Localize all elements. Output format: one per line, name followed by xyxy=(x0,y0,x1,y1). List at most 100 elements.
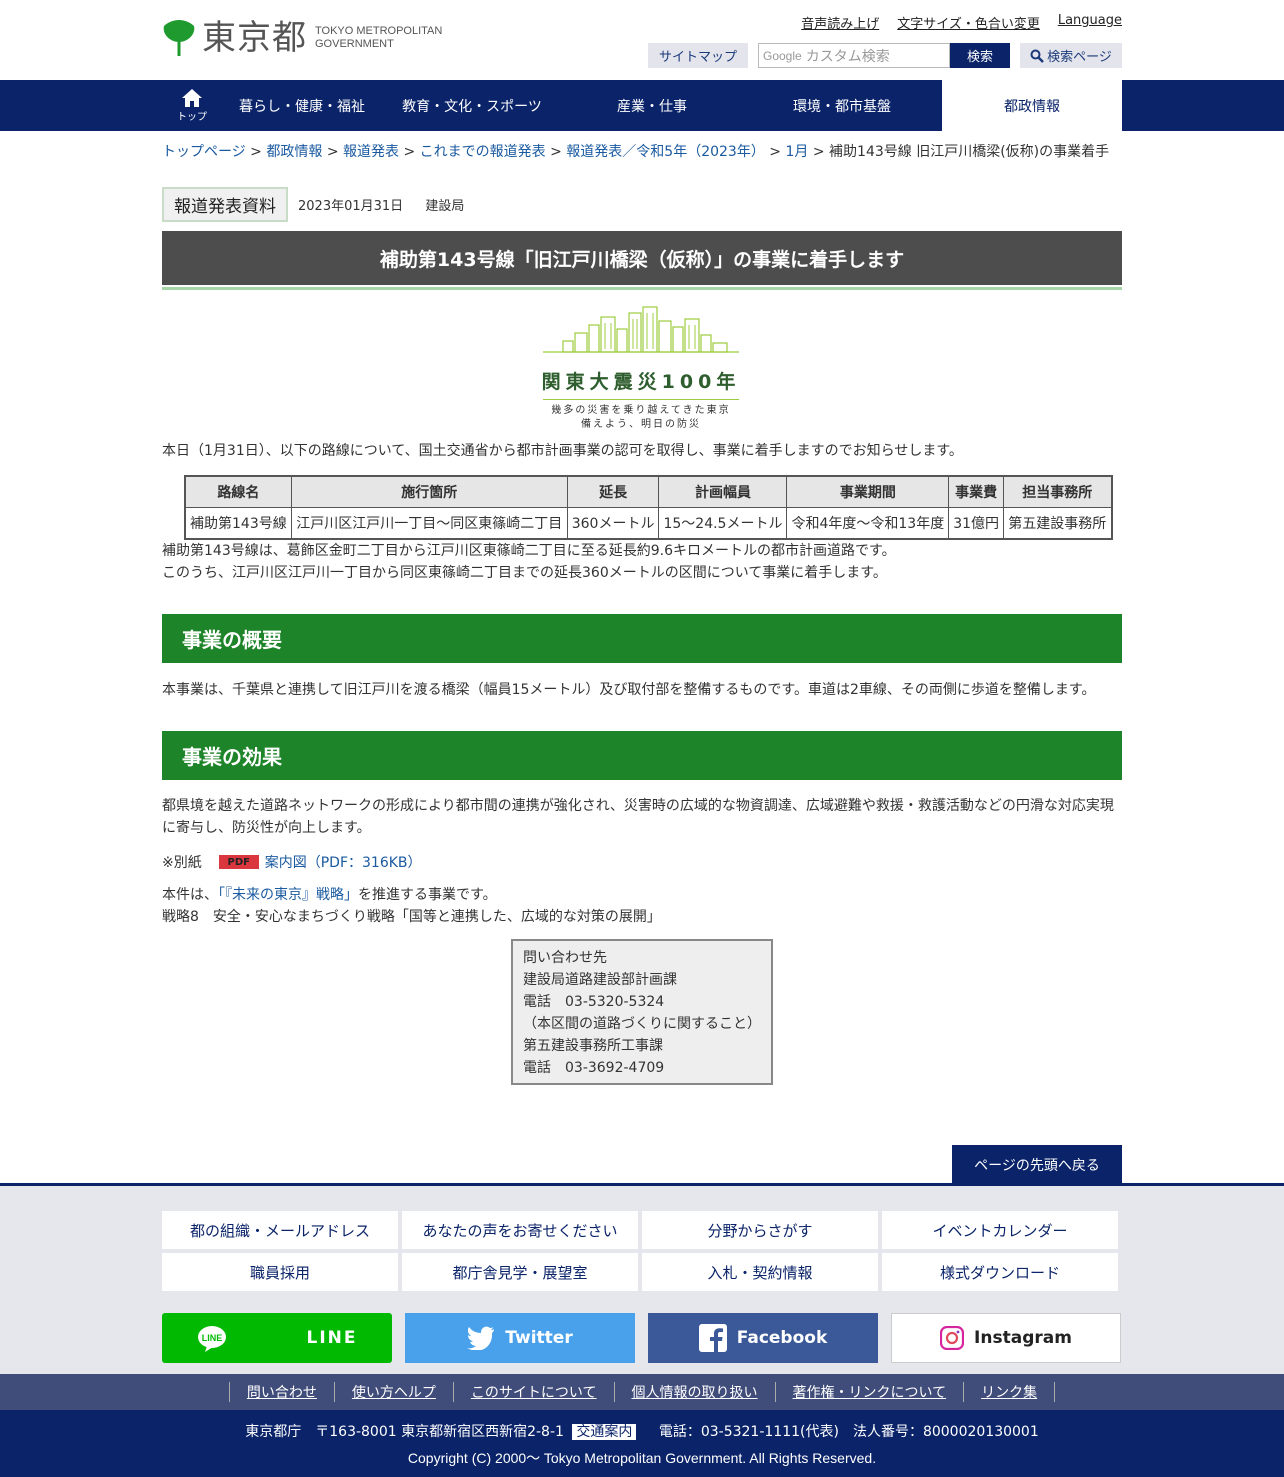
home-icon xyxy=(182,89,202,107)
twitter-label: Twitter xyxy=(505,1328,573,1348)
nav-education[interactable]: 教育・文化・スポーツ xyxy=(382,80,562,131)
table-cell: 第五建設事務所 xyxy=(1003,506,1113,540)
search-placeholder: カスタム検索 xyxy=(805,48,890,65)
breadcrumb-link[interactable]: 1月 xyxy=(785,144,808,160)
footer-bottom: 東京都庁 〒163-8001 東京都新宿区西新宿2-8-1 交通案内 電話：03… xyxy=(0,1410,1284,1477)
pdf-icon: PDF xyxy=(218,855,259,869)
logo-name: 東京都 xyxy=(202,18,307,58)
facebook-label: Facebook xyxy=(736,1328,828,1348)
access-link[interactable]: 交通案内 xyxy=(572,1424,637,1440)
contact-line: 問い合わせ先 xyxy=(523,950,607,966)
table-cell: 31億円 xyxy=(948,506,1005,540)
table-cell: 360メートル xyxy=(566,506,660,540)
press-badge: 報道発表資料 xyxy=(162,187,288,222)
twitter-button[interactable]: Twitter xyxy=(405,1313,635,1363)
logo-en: TOKYO METROPOLITAN GOVERNMENT xyxy=(315,25,443,50)
footer-bottom-link[interactable]: 個人情報の取り扱い xyxy=(613,1382,775,1402)
table-cell: 令和4年度～令和13年度 xyxy=(786,506,950,540)
footer-bottom-link[interactable]: 使い方ヘルプ xyxy=(333,1382,453,1402)
breadcrumb-link[interactable]: これまでの報道発表 xyxy=(420,144,546,160)
contact-line: 第五建設事務所工事課 xyxy=(523,1038,663,1054)
copyright: Copyright (C) 2000～ Tokyo Metropolitan G… xyxy=(407,1450,877,1466)
contact-line: 電話 03-5320-5324 xyxy=(523,994,665,1010)
banner-rule xyxy=(543,399,739,400)
nav-government[interactable]: 都政情報 xyxy=(942,80,1122,131)
instagram-icon xyxy=(940,1326,965,1350)
strategy-post: を推進する事業です。 xyxy=(358,887,497,903)
table-header: 施行箇所 xyxy=(290,475,568,508)
table-row: 補助第143号線 江戸川区江戸川一丁目～同区東篠崎二丁目 360メートル 15～… xyxy=(184,506,1113,540)
nav-industry[interactable]: 産業・仕事 xyxy=(562,80,742,131)
language-link[interactable]: Language xyxy=(1058,13,1122,32)
breadcrumb-link[interactable]: 報道発表／令和5年（2023年） xyxy=(566,144,765,160)
table-header: 路線名 xyxy=(184,475,292,508)
search-input[interactable]: Google カスタム検索 xyxy=(758,43,950,68)
breadcrumb-link[interactable]: 都政情報 xyxy=(266,144,322,160)
breadcrumb-link[interactable]: トップページ xyxy=(162,144,246,160)
attachment-link[interactable]: 案内図（PDF：316KB） xyxy=(265,852,422,872)
breadcrumb-link[interactable]: 報道発表 xyxy=(343,144,399,160)
project-table: 路線名 施行箇所 延長 計画幅員 事業期間 事業費 担当事務所 補助第143号線… xyxy=(184,475,1113,540)
banner-line1: 幾多の災害を乗り越えてきた東京 xyxy=(551,405,731,416)
table-cell: 15～24.5メートル xyxy=(658,506,788,540)
nav-living[interactable]: 暮らし・健康・福祉 xyxy=(222,80,382,131)
footer-link[interactable]: 都の組織・メールアドレス xyxy=(162,1211,398,1249)
facebook-button[interactable]: Facebook xyxy=(648,1313,878,1363)
font-color-link[interactable]: 文字サイズ・色合い変更 xyxy=(897,13,1040,32)
footer-link[interactable]: 入札・契約情報 xyxy=(642,1253,878,1291)
line-button[interactable]: LINE LINE xyxy=(162,1313,392,1363)
instagram-button[interactable]: Instagram xyxy=(891,1313,1121,1363)
section-description: このうち、江戸川区江戸川一丁目から同区東篠崎二丁目までの延長360メートルの区間… xyxy=(162,565,887,581)
voice-reader-link[interactable]: 音声読み上げ xyxy=(801,13,879,32)
site-header: 東京都 TOKYO METROPOLITAN GOVERNMENT 音声読み上げ… xyxy=(0,0,1284,80)
footer-bottom-link[interactable]: このサイトについて xyxy=(452,1382,614,1402)
strategy-link[interactable]: 「『未来の東京』戦略」 xyxy=(218,887,358,903)
table-header-row: 路線名 施行箇所 延長 計画幅員 事業期間 事業費 担当事務所 xyxy=(184,475,1113,508)
footer-link[interactable]: 分野からさがす xyxy=(642,1211,878,1249)
breadcrumb-current: 補助143号線 旧江戸川橋梁(仮称)の事業着手 xyxy=(829,144,1110,160)
search-button[interactable]: 検索 xyxy=(950,43,1010,68)
effect-text-2: に寄与し、防災性が向上します。 xyxy=(162,820,371,836)
line-icon: LINE xyxy=(197,1326,226,1352)
twitter-bird-icon xyxy=(467,1326,495,1350)
contact-line: 電話 03-3692-4709 xyxy=(523,1060,665,1076)
kanto-earthquake-100-banner: 関東大震災100年 幾多の災害を乗り越えてきた東京 備えよう、明日の防災 xyxy=(541,303,741,433)
strategy-line: 本件は、「『未来の東京』戦略」を推進する事業です。 xyxy=(162,884,497,906)
table-header: 事業期間 xyxy=(786,475,950,508)
footer-address: 東京都庁 〒163-8001 東京都新宿区西新宿2-8-1 xyxy=(245,1424,564,1440)
nav-home-label: トップ xyxy=(177,112,207,123)
attachment-prefix: ※別紙 xyxy=(162,855,202,871)
overview-text: 本事業は、千葉県と連携して旧江戸川を渡る橋梁（幅員15メートル）及び取付部を整備… xyxy=(162,682,1096,698)
skyline-icon xyxy=(543,306,739,353)
global-nav: トップ 暮らし・健康・福祉 教育・文化・スポーツ 産業・仕事 環境・都市基盤 都… xyxy=(0,80,1284,131)
sitemap-button[interactable]: サイトマップ xyxy=(648,43,748,68)
search-page-button[interactable]: 検索ページ xyxy=(1020,43,1122,68)
press-bureau: 建設局 xyxy=(425,199,465,214)
search-page-label: 検索ページ xyxy=(1047,50,1112,65)
attachment-row: ※別紙 PDF 案内図（PDF：316KB） xyxy=(162,852,422,872)
footer-bottom-link[interactable]: 問い合わせ xyxy=(228,1382,334,1402)
table-cell: 江戸川区江戸川一丁目～同区東篠崎二丁目 xyxy=(290,506,568,540)
footer-bottom-link[interactable]: 著作権・リンクについて xyxy=(774,1382,964,1402)
footer-link[interactable]: あなたの声をお寄せください xyxy=(402,1211,638,1249)
route-description: 補助第143号線は、葛飾区金町二丁目から江戸川区東篠崎二丁目に至る延長約9.6キ… xyxy=(162,543,896,559)
footer-link[interactable]: イベントカレンダー xyxy=(882,1211,1118,1249)
footer-bottom-link[interactable]: リンク集 xyxy=(963,1382,1056,1402)
footer-link[interactable]: 都庁舎見学・展望室 xyxy=(402,1253,638,1291)
effect-text-1: 都県境を越えた道路ネットワークの形成により都市間の連携が強化され、災害時の広域的… xyxy=(162,798,1114,814)
tokyo-logo[interactable]: 東京都 TOKYO METROPOLITAN GOVERNMENT xyxy=(162,20,442,56)
google-brand: Google xyxy=(763,48,802,63)
footer-phone: 電話：03-5321-1111(代表) 法人番号：8000020130001 xyxy=(658,1424,1039,1440)
nav-environment[interactable]: 環境・都市基盤 xyxy=(742,80,942,131)
nav-home[interactable]: トップ xyxy=(162,80,222,131)
section-heading-effect: 事業の効果 xyxy=(162,731,1122,780)
search-row: サイトマップ Google カスタム検索 検索 検索ページ xyxy=(648,43,1122,68)
back-to-top-button[interactable]: ページの先頭へ戻る xyxy=(952,1145,1122,1184)
table-header: 事業費 xyxy=(948,475,1005,508)
footer-link[interactable]: 職員採用 xyxy=(162,1253,398,1291)
page-title: 補助第143号線「旧江戸川橋梁（仮称）」の事業に着手します xyxy=(162,231,1122,285)
title-divider xyxy=(162,287,1122,290)
banner-title: 関東大震災100年 xyxy=(541,371,741,393)
banner-line2: 備えよう、明日の防災 xyxy=(581,419,701,430)
footer-link[interactable]: 様式ダウンロード xyxy=(882,1253,1118,1291)
